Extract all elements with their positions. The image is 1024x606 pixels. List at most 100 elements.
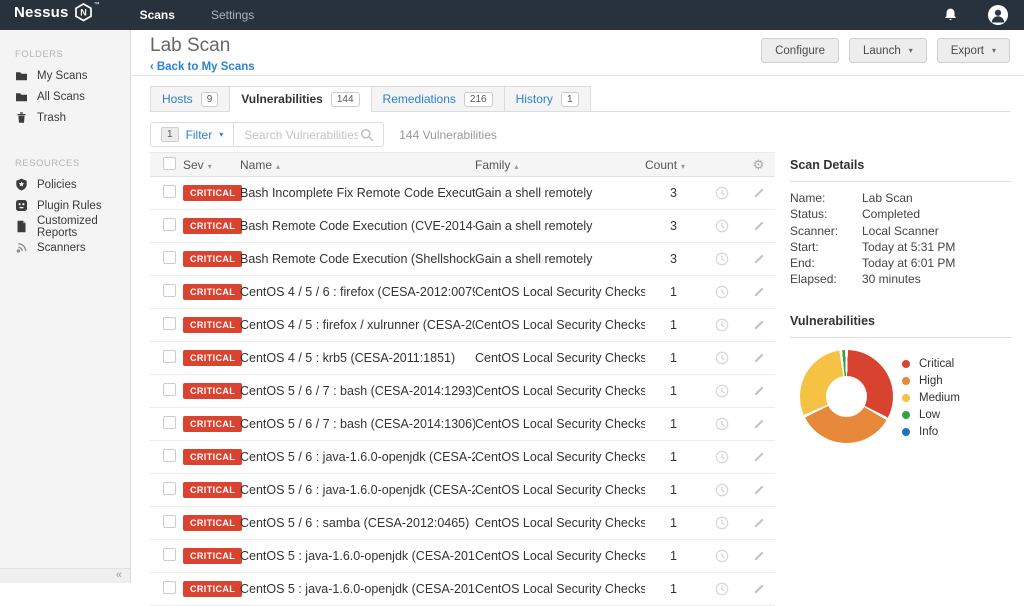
vulnerability-name[interactable]: Bash Remote Code Execution (Shellshock) bbox=[240, 252, 475, 266]
table-row[interactable]: CRITICAL CentOS 4 / 5 : krb5 (CESA-2011:… bbox=[150, 342, 775, 375]
clock-icon[interactable] bbox=[715, 549, 729, 563]
select-all-checkbox[interactable] bbox=[163, 156, 176, 170]
table-row[interactable]: CRITICAL CentOS 4 / 5 : firefox / xulrun… bbox=[150, 309, 775, 342]
table-row[interactable]: CRITICAL CentOS 5 / 6 : samba (CESA-2012… bbox=[150, 507, 775, 540]
row-checkbox[interactable] bbox=[163, 350, 176, 363]
edit-pencil-icon[interactable] bbox=[752, 351, 766, 365]
table-row[interactable]: CRITICAL CentOS 5 / 6 : java-1.6.0-openj… bbox=[150, 441, 775, 474]
edit-pencil-icon[interactable] bbox=[752, 582, 766, 596]
edit-pencil-icon[interactable] bbox=[752, 384, 766, 398]
search-input[interactable] bbox=[242, 126, 361, 143]
edit-pencil-icon[interactable] bbox=[752, 549, 766, 563]
sidebar-item-trash[interactable]: Trash bbox=[0, 107, 130, 128]
clock-icon[interactable] bbox=[715, 384, 729, 398]
vulnerability-family: Gain a shell remotely bbox=[475, 186, 593, 200]
vulnerability-name[interactable]: CentOS 4 / 5 : firefox / xulrunner (CESA… bbox=[240, 318, 475, 332]
table-row[interactable]: CRITICAL CentOS 5 : java-1.6.0-openjdk (… bbox=[150, 573, 775, 606]
table-row[interactable]: CRITICAL CentOS 5 / 6 / 7 : bash (CESA-2… bbox=[150, 408, 775, 441]
row-checkbox[interactable] bbox=[163, 251, 176, 264]
nessus-logo[interactable]: Nessus N ™ bbox=[14, 2, 100, 27]
edit-pencil-icon[interactable] bbox=[752, 285, 766, 299]
clock-icon[interactable] bbox=[715, 252, 729, 266]
configure-button[interactable]: Configure bbox=[761, 38, 839, 63]
row-checkbox[interactable] bbox=[163, 383, 176, 396]
edit-pencil-icon[interactable] bbox=[752, 318, 766, 332]
back-to-my-scans-link[interactable]: ‹ Back to My Scans bbox=[150, 61, 255, 73]
clock-icon[interactable] bbox=[715, 483, 729, 497]
vulnerability-name[interactable]: CentOS 5 / 6 / 7 : bash (CESA-2014:1306) bbox=[240, 417, 475, 431]
table-row[interactable]: CRITICAL CentOS 5 / 6 : java-1.6.0-openj… bbox=[150, 474, 775, 507]
vulnerability-name[interactable]: CentOS 5 / 6 : samba (CESA-2012:0465) bbox=[240, 516, 475, 530]
edit-pencil-icon[interactable] bbox=[752, 186, 766, 200]
sidebar-section-title: FOLDERS bbox=[15, 49, 64, 60]
clock-icon[interactable] bbox=[715, 351, 729, 365]
vulnerability-name[interactable]: CentOS 5 : java-1.6.0-openjdk (CESA-2012… bbox=[240, 549, 475, 563]
row-checkbox[interactable] bbox=[163, 218, 176, 231]
tab-vulnerabilities[interactable]: Vulnerabilities 144 bbox=[229, 86, 372, 112]
tab-hosts[interactable]: Hosts 9 bbox=[150, 86, 231, 112]
column-header-family[interactable]: Family ▴ bbox=[475, 158, 645, 172]
sidebar-item-customized-reports[interactable]: Customized Reports bbox=[0, 215, 130, 239]
sidebar-item-all-scans[interactable]: All Scans bbox=[0, 86, 130, 107]
sidebar-item-plugin-rules[interactable]: Plugin Rules bbox=[0, 195, 130, 216]
table-row[interactable]: CRITICAL CentOS 5 / 6 / 7 : bash (CESA-2… bbox=[150, 375, 775, 408]
clock-icon[interactable] bbox=[715, 285, 729, 299]
column-header-count[interactable]: Count ▾ bbox=[645, 158, 702, 172]
row-checkbox[interactable] bbox=[163, 482, 176, 495]
vulnerability-family: CentOS Local Security Checks bbox=[475, 351, 645, 365]
edit-pencil-icon[interactable] bbox=[752, 417, 766, 431]
clock-icon[interactable] bbox=[715, 582, 729, 596]
edit-pencil-icon[interactable] bbox=[752, 219, 766, 233]
sidebar-item-label: My Scans bbox=[37, 69, 88, 82]
column-header-sev[interactable]: Sev ▾ bbox=[183, 158, 240, 172]
nav-item-scans[interactable]: Scans bbox=[140, 8, 175, 22]
vulnerability-name[interactable]: CentOS 5 / 6 : java-1.6.0-openjdk (CESA-… bbox=[240, 483, 475, 497]
sidebar-item-my-scans[interactable]: My Scans bbox=[0, 65, 130, 86]
detail-row-status: Status: Completed bbox=[790, 207, 921, 222]
sidebar-item-scanners[interactable]: Scanners bbox=[0, 237, 130, 258]
export-button[interactable]: Export ▾ bbox=[936, 38, 1010, 63]
edit-pencil-icon[interactable] bbox=[752, 516, 766, 530]
table-row[interactable]: CRITICAL CentOS 5 : java-1.6.0-openjdk (… bbox=[150, 540, 775, 573]
tab-history[interactable]: History 1 bbox=[503, 86, 591, 112]
clock-icon[interactable] bbox=[715, 186, 729, 200]
clock-icon[interactable] bbox=[715, 450, 729, 464]
vulnerability-name[interactable]: CentOS 5 : java-1.6.0-openjdk (CESA-2013… bbox=[240, 582, 475, 596]
nav-item-settings[interactable]: Settings bbox=[211, 8, 254, 22]
clock-icon[interactable] bbox=[715, 219, 729, 233]
vulnerability-name[interactable]: CentOS 4 / 5 / 6 : firefox (CESA-2012:00… bbox=[240, 285, 475, 299]
column-header-name[interactable]: Name ▴ bbox=[240, 158, 475, 172]
tab-remediations[interactable]: Remediations 216 bbox=[370, 86, 505, 112]
launch-button[interactable]: Launch ▾ bbox=[848, 38, 927, 63]
row-checkbox[interactable] bbox=[163, 449, 176, 462]
table-row[interactable]: CRITICAL Bash Remote Code Execution (She… bbox=[150, 243, 775, 276]
clock-icon[interactable] bbox=[715, 417, 729, 431]
sidebar-item-label: Policies bbox=[37, 178, 77, 191]
vulnerability-name[interactable]: CentOS 5 / 6 / 7 : bash (CESA-2014:1293) bbox=[240, 384, 475, 398]
sidebar-collapse-control[interactable]: « bbox=[0, 568, 130, 583]
sidebar-item-policies[interactable]: Policies bbox=[0, 174, 130, 195]
gear-icon[interactable]: ⚙ bbox=[753, 158, 765, 171]
table-row[interactable]: CRITICAL Bash Remote Code Execution (CVE… bbox=[150, 210, 775, 243]
clock-icon[interactable] bbox=[715, 318, 729, 332]
vulnerability-name[interactable]: CentOS 4 / 5 : krb5 (CESA-2011:1851) bbox=[240, 351, 475, 365]
user-avatar[interactable] bbox=[988, 5, 1008, 25]
edit-pencil-icon[interactable] bbox=[752, 483, 766, 497]
vulnerability-name[interactable]: Bash Incomplete Fix Remote Code Executio… bbox=[240, 186, 475, 200]
edit-pencil-icon[interactable] bbox=[752, 252, 766, 266]
row-checkbox[interactable] bbox=[163, 515, 176, 528]
row-checkbox[interactable] bbox=[163, 185, 176, 198]
row-checkbox[interactable] bbox=[163, 317, 176, 330]
vulnerability-name[interactable]: CentOS 5 / 6 : java-1.6.0-openjdk (CESA-… bbox=[240, 450, 475, 464]
notifications-bell-icon[interactable] bbox=[943, 7, 958, 23]
severity-badge: CRITICAL bbox=[183, 548, 243, 564]
table-row[interactable]: CRITICAL Bash Incomplete Fix Remote Code… bbox=[150, 177, 775, 210]
row-checkbox[interactable] bbox=[163, 416, 176, 429]
filter-dropdown[interactable]: 1 Filter ▾ bbox=[151, 127, 233, 142]
row-checkbox[interactable] bbox=[163, 284, 176, 297]
row-checkbox[interactable] bbox=[163, 548, 176, 561]
clock-icon[interactable] bbox=[715, 516, 729, 530]
edit-pencil-icon[interactable] bbox=[752, 450, 766, 464]
table-row[interactable]: CRITICAL CentOS 4 / 5 / 6 : firefox (CES… bbox=[150, 276, 775, 309]
vulnerability-name[interactable]: Bash Remote Code Execution (CVE-2014-627… bbox=[240, 219, 475, 233]
